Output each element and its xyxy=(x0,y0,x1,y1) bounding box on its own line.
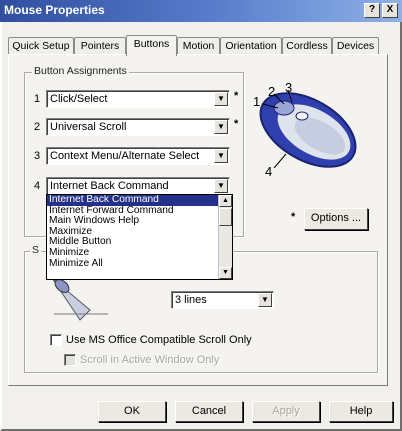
chevron-down-icon[interactable]: ▼ xyxy=(258,293,272,307)
help-button[interactable]: Help xyxy=(329,401,393,422)
chevron-down-icon[interactable]: ▼ xyxy=(214,92,228,106)
cancel-label: Cancel xyxy=(191,405,227,417)
title-bar: Mouse Properties xyxy=(0,0,402,22)
tab-devices[interactable]: Devices xyxy=(332,37,379,55)
close-button[interactable]: X xyxy=(382,3,398,18)
apply-label: Apply xyxy=(272,405,300,417)
scroll-down-icon[interactable]: ▼ xyxy=(219,267,232,279)
list-item[interactable]: Minimize xyxy=(47,247,232,259)
options-button-label: Options ... xyxy=(310,212,362,224)
list-item[interactable]: Internet Back Command xyxy=(47,195,232,206)
button-1-value: Click/Select xyxy=(50,93,108,105)
help-title-button[interactable]: ? xyxy=(364,3,380,18)
chevron-down-icon[interactable]: ▼ xyxy=(214,179,228,193)
button-4-value: Internet Back Command xyxy=(50,180,169,192)
tab-quick-setup[interactable]: Quick Setup xyxy=(8,37,74,55)
scroll-lines-select[interactable]: 3 lines ▼ xyxy=(171,291,274,309)
ms-office-scroll-label: Use MS Office Compatible Scroll Only xyxy=(66,334,252,346)
options-button[interactable]: Options ... xyxy=(304,208,368,230)
button-number-3: 3 xyxy=(34,150,41,162)
button-3-value: Context Menu/Alternate Select xyxy=(50,150,200,162)
scroll-group-label: S xyxy=(30,244,42,256)
mouse-illustration xyxy=(259,89,357,169)
button-2-select[interactable]: Universal Scroll ▼ xyxy=(46,118,230,136)
button-3-select[interactable]: Context Menu/Alternate Select ▼ xyxy=(46,147,230,165)
callout-4: 4 xyxy=(265,164,273,179)
star-marker: * xyxy=(234,118,239,130)
cancel-button[interactable]: Cancel xyxy=(175,401,243,422)
list-item[interactable]: Minimize All xyxy=(47,258,232,270)
callout-1: 1 xyxy=(253,94,261,109)
scroll-up-icon[interactable]: ▲ xyxy=(219,195,232,207)
window-title: Mouse Properties xyxy=(4,3,105,17)
button-number-1: 1 xyxy=(34,93,41,105)
button-4-select[interactable]: Internet Back Command ▼ xyxy=(46,177,230,195)
tab-motion[interactable]: Motion xyxy=(177,37,220,55)
tab-pointers[interactable]: Pointers xyxy=(74,37,126,55)
ok-label: OK xyxy=(124,405,140,417)
button-2-value: Universal Scroll xyxy=(50,121,127,133)
button-assignments-label: Button Assignments xyxy=(32,65,129,77)
button-number-4: 4 xyxy=(34,180,41,192)
chevron-down-icon[interactable]: ▼ xyxy=(214,120,228,134)
tab-buttons[interactable]: Buttons xyxy=(126,35,177,56)
active-window-checkbox xyxy=(64,354,76,366)
callout-3: 3 xyxy=(285,80,293,95)
tab-orientation[interactable]: Orientation xyxy=(220,37,282,55)
list-scrollbar[interactable]: ▲ ▼ xyxy=(218,195,232,279)
apply-button: Apply xyxy=(252,401,320,422)
ms-office-scroll-checkbox[interactable] xyxy=(50,334,62,346)
chevron-down-icon[interactable]: ▼ xyxy=(214,149,228,163)
button-number-2: 2 xyxy=(34,121,41,133)
star-marker: * xyxy=(234,90,239,102)
button-4-dropdown-list[interactable]: Internet Back Command Internet Forward C… xyxy=(46,194,233,280)
help-label: Help xyxy=(349,405,373,417)
ok-button[interactable]: OK xyxy=(98,401,166,422)
button-1-select[interactable]: Click/Select ▼ xyxy=(46,90,230,108)
scroll-thumb[interactable] xyxy=(219,208,232,226)
active-window-label: Scroll in Active Window Only xyxy=(80,354,220,366)
options-star: * xyxy=(291,211,296,223)
scroll-lines-value: 3 lines xyxy=(175,294,207,306)
callout-2: 2 xyxy=(268,84,276,99)
tab-cordless[interactable]: Cordless xyxy=(282,37,332,55)
